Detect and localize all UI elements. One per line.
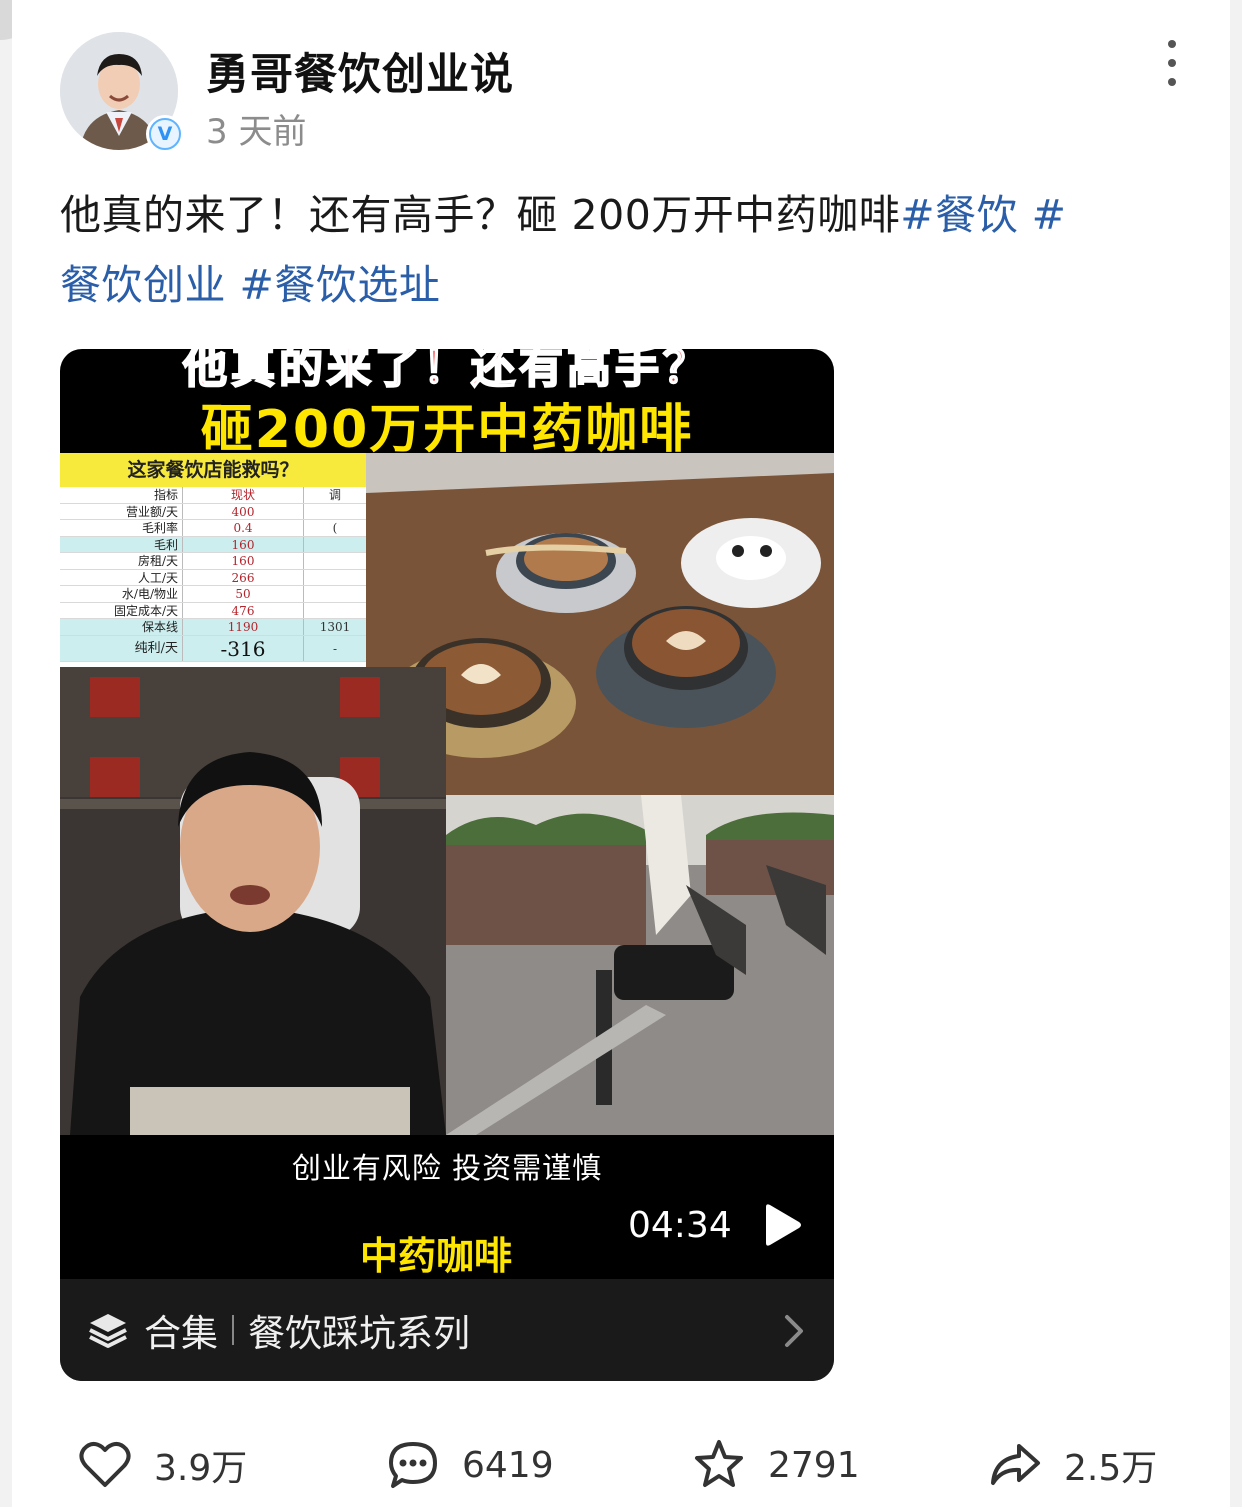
table-row: 毛利 160: [60, 536, 366, 553]
video-topic-caption: 中药咖啡: [360, 1234, 513, 1278]
hashtag[interactable]: 餐饮创业: [60, 261, 240, 309]
table-cell-extra: [304, 603, 366, 619]
like-count: 3.9万: [154, 1448, 248, 1489]
table-cell-extra: [304, 570, 366, 586]
favorite-count: 2791: [768, 1444, 860, 1486]
table-cell-extra: (: [332, 521, 338, 535]
collection-label: 合集: [144, 1312, 218, 1355]
table-row: 营业额/天 400: [60, 503, 366, 520]
hashtag[interactable]: #餐饮 #: [900, 191, 1066, 239]
favorite-button[interactable]: 2791: [692, 1430, 860, 1500]
table-cell-value: 400: [182, 503, 304, 519]
collection-bar[interactable]: 合集 餐饮踩坑系列: [60, 1279, 834, 1381]
table-cell-label: 人工/天: [137, 570, 178, 585]
table-col-header: 现状: [182, 487, 304, 503]
collection-divider: [232, 1315, 234, 1345]
table-row: 毛利率 0.4 (: [60, 520, 366, 537]
post-card: V 勇哥餐饮创业说 3 天前 他真的来了！还有高手？砸 200万开中药咖啡#餐饮…: [12, 0, 1230, 1507]
video-title-line2: 砸200万开中药咖啡: [200, 400, 694, 460]
table-row: 房租/天 160: [60, 553, 366, 570]
host-illustration: [60, 667, 446, 1135]
table-cell-value: 476: [182, 602, 304, 618]
table-cell-value: 160: [182, 536, 304, 552]
author-name[interactable]: 勇哥餐饮创业说: [206, 40, 514, 102]
table-heading: 这家餐饮店能救吗？: [60, 453, 366, 487]
share-icon: [991, 1444, 1040, 1485]
table-col-header: 调: [328, 488, 341, 502]
star-icon: [695, 1440, 743, 1487]
table-cell-extra: [304, 586, 366, 602]
post-body: 他真的来了！还有高手？砸 200万开中药咖啡: [60, 191, 901, 239]
more-dot: [1168, 59, 1176, 67]
comment-count: 6419: [462, 1444, 554, 1486]
table-row: 水/电/物业 50: [60, 586, 366, 603]
table-cell-label: 固定成本/天: [113, 603, 178, 618]
table-cell-value: 1190: [182, 619, 304, 635]
table-total-value: -316: [182, 635, 304, 661]
table-cell-extra: [304, 504, 366, 520]
hashtag[interactable]: #餐饮选址: [240, 261, 441, 309]
table-cell-value: 266: [182, 569, 304, 585]
stack-layers-icon: [89, 1314, 127, 1348]
table-cell-value: 160: [182, 553, 304, 569]
table-cell-extra: [304, 553, 366, 569]
table-header-row: 指标 现状 调: [60, 487, 366, 504]
table-row: 固定成本/天 476: [60, 602, 366, 619]
verified-icon: V: [146, 115, 184, 153]
post-text: 他真的来了！还有高手？砸 200万开中药咖啡#餐饮 # 餐饮创业 #餐饮选址: [60, 180, 1170, 320]
more-dot: [1168, 78, 1176, 86]
table-cell-label: 营业额/天: [125, 504, 178, 519]
table-cell-label: 水/电/物业: [121, 587, 178, 601]
profit-table: 这家餐饮店能救吗？ 指标 现状 调 营业额/天 400 毛利率 0.4 ( 毛利…: [60, 453, 366, 667]
table-cell-label: 保本线: [141, 620, 178, 634]
table-cell-label: 房租/天: [137, 554, 178, 568]
post-time: 3 天前: [206, 112, 307, 152]
table-total-row: 纯利/天 -316 -: [60, 635, 366, 662]
comment-button[interactable]: 6419: [386, 1430, 554, 1500]
table-cell-label: 毛利率: [141, 521, 178, 535]
table-total-label: 纯利/天: [134, 640, 178, 656]
table-cell-value: 50: [182, 586, 304, 602]
table-cell-value: 0.4: [182, 520, 304, 536]
table-total-extra: -: [332, 641, 338, 656]
host-photo: [60, 667, 446, 1135]
heart-icon: [79, 1442, 131, 1487]
video-duration: 04:34: [628, 1205, 732, 1246]
verified-badge-text: V: [149, 118, 181, 150]
more-vertical-icon[interactable]: [1160, 40, 1184, 86]
like-button[interactable]: 3.9万: [78, 1430, 247, 1500]
table-col-header: 指标: [153, 488, 178, 502]
play-icon[interactable]: [762, 1203, 802, 1247]
share-button[interactable]: 2.5万: [988, 1430, 1157, 1500]
table-cell-label: 毛利: [153, 537, 178, 552]
video-disclaimer: 创业有风险 投资需谨慎: [291, 1151, 603, 1185]
table-cell-extra: [304, 537, 366, 553]
street-illustration: [446, 795, 834, 1135]
share-count: 2.5万: [1064, 1448, 1158, 1489]
comment-icon: [389, 1442, 437, 1488]
action-bar: 3.9万 6419 2791 2.5万: [12, 1430, 1230, 1500]
table-cell-extra: 1301: [319, 620, 351, 634]
more-dot: [1168, 40, 1176, 48]
street-photo: [446, 795, 834, 1135]
table-row: 保本线 1190 1301: [60, 619, 366, 636]
chevron-right-icon: [785, 1315, 803, 1347]
collection-name: 餐饮踩坑系列: [248, 1312, 470, 1355]
table-row: 人工/天 266: [60, 569, 366, 586]
video-player[interactable]: 他真的来了！还有高手？ 砸200万开中药咖啡 这家餐饮店能救吗？ 指标 现状 调…: [60, 349, 834, 1381]
